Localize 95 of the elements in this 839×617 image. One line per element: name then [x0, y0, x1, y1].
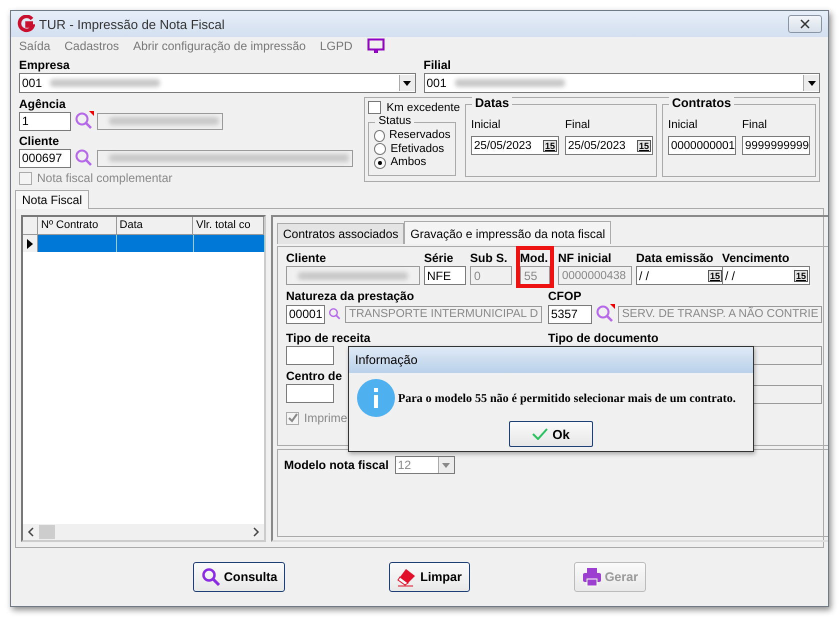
field-label: Inicial: [668, 119, 698, 131]
description-field: TRANSPORTE INTERMUNICIPAL D: [345, 306, 542, 322]
calendar-button[interactable]: 15: [636, 140, 651, 152]
radio-label: Reservados: [389, 129, 450, 142]
radio-button[interactable]: [374, 143, 386, 156]
dropdown-arrow-icon: [403, 80, 411, 86]
scroll-right-icon[interactable]: [252, 527, 260, 537]
window-title: TUR - Impressão de Nota Fiscal: [39, 16, 226, 32]
field-label: Cliente: [286, 251, 328, 265]
date-field[interactable]: / / 15: [722, 266, 810, 285]
field-label: Sub S.: [470, 251, 508, 265]
field-label: Empresa: [19, 58, 71, 72]
checkbox-label: Km excedente: [386, 102, 460, 114]
field-label: Inicial: [471, 119, 502, 131]
checkbox-label: Nota fiscal complementar: [37, 171, 172, 185]
model-field: 55: [520, 266, 550, 285]
client-code-field[interactable]: 000697: [19, 148, 71, 168]
field-label: Filial: [424, 58, 452, 72]
code-field[interactable]: 5357: [548, 304, 592, 324]
search-icon: [200, 567, 221, 587]
description-field: SERV. DE TRANSP. A NÃO CONTRIE: [618, 306, 822, 322]
field-label: Mod.: [520, 251, 549, 265]
field-label: Data emissão: [636, 251, 714, 265]
dropdown-arrow-icon: [442, 462, 450, 468]
menu-item[interactable]: LGPD: [320, 39, 353, 53]
date-field[interactable]: / / 15: [636, 266, 724, 285]
agency-code-field[interactable]: 1: [19, 112, 71, 130]
menu-item[interactable]: Saída: [19, 39, 50, 53]
menu-item[interactable]: Cadastros: [64, 39, 120, 53]
contract-number-field[interactable]: 9999999999: [742, 136, 810, 155]
radio-button[interactable]: [374, 156, 386, 169]
group-title: Status: [375, 115, 414, 127]
column-header[interactable]: Vlr. total co: [193, 217, 264, 234]
tab[interactable]: Contratos associados: [277, 223, 404, 244]
field-label: Tipo de receita: [286, 331, 372, 345]
radio-label: Ambos: [390, 156, 426, 170]
field-label: Vencimento: [722, 251, 790, 265]
calendar-button[interactable]: 15: [794, 270, 808, 282]
date-field[interactable]: 25/05/2023 15: [471, 136, 559, 155]
field-label: Final: [742, 119, 768, 131]
field-label: Natureza da prestação: [286, 289, 416, 303]
group-title: Contratos: [669, 96, 734, 110]
info-icon: [357, 379, 395, 417]
scrollbar-thumb[interactable]: [39, 525, 55, 539]
invoice-number-field: 0000000438: [558, 266, 632, 285]
subseries-field: 0: [470, 266, 512, 285]
field-label: Agência: [19, 97, 67, 111]
search-icon[interactable]: [74, 111, 94, 131]
close-icon: [800, 19, 810, 29]
field-label: Cliente: [19, 134, 60, 148]
action-button[interactable]: Consulta: [192, 562, 286, 592]
monitor-icon[interactable]: [366, 38, 385, 54]
field-label: Tipo de documento: [548, 331, 660, 345]
model-dropdown[interactable]: 12: [394, 456, 455, 474]
field-label: Centro de: [286, 369, 344, 383]
printer-icon: [582, 567, 602, 587]
logo-icon: [17, 15, 35, 33]
input-field[interactable]: [286, 384, 334, 403]
eraser-icon: [397, 567, 418, 587]
field-label: Série: [424, 251, 454, 265]
search-icon[interactable]: [595, 304, 615, 324]
scroll-left-icon[interactable]: [27, 527, 35, 537]
company-dropdown[interactable]: 001: [19, 73, 416, 93]
column-header[interactable]: Data: [116, 217, 194, 234]
radio-button[interactable]: [374, 130, 386, 142]
ok-button[interactable]: Ok: [509, 421, 593, 447]
close-button[interactable]: [788, 15, 822, 33]
code-field[interactable]: 00001: [286, 304, 326, 324]
field-label: CFOP: [548, 289, 582, 303]
calendar-button[interactable]: 15: [542, 140, 557, 152]
dropdown-arrow-icon: [808, 80, 816, 86]
group-title: Datas: [472, 96, 512, 110]
checkbox[interactable]: [368, 101, 382, 114]
field-label: Final: [565, 119, 591, 131]
series-field[interactable]: NFE: [424, 266, 466, 285]
field-label: Modelo nota fiscal: [284, 458, 389, 472]
input-field[interactable]: [286, 346, 334, 365]
horizontal-scrollbar[interactable]: [23, 524, 264, 540]
calendar-button[interactable]: 15: [708, 270, 722, 282]
branch-dropdown[interactable]: 001: [424, 73, 820, 93]
column-header[interactable]: Nº Contrato: [38, 217, 117, 234]
tab[interactable]: Nota Fiscal: [15, 190, 90, 209]
dialog-message: Para o modelo 55 não é permitido selecionar mais de um contrato.: [398, 390, 736, 406]
checkmark-icon: [532, 428, 548, 440]
checkbox-label: Imprime: [304, 411, 348, 425]
tab[interactable]: Gravação e impressão da nota fiscal: [404, 221, 612, 244]
date-field[interactable]: 25/05/2023 15: [565, 136, 653, 155]
field-label: NF inicial: [558, 251, 612, 265]
menu-item[interactable]: Abrir configuração de impressão: [133, 39, 306, 53]
search-icon[interactable]: [74, 148, 94, 168]
radio-label: Efetivados: [390, 142, 444, 156]
contract-number-field[interactable]: 0000000001: [668, 136, 736, 155]
dialog-title: Informação: [355, 353, 418, 367]
row-pointer-icon: [27, 238, 33, 248]
action-button[interactable]: Limpar: [389, 562, 470, 592]
